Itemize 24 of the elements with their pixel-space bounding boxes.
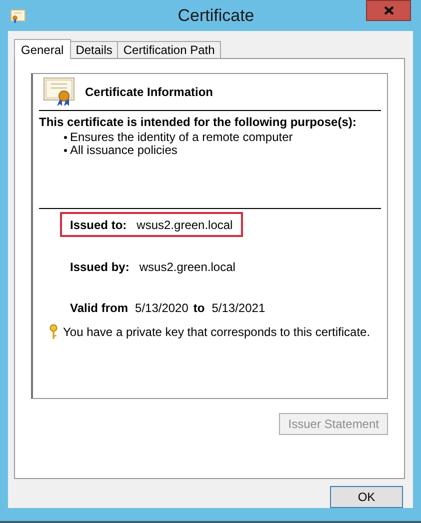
close-button[interactable]: [366, 0, 411, 21]
ok-button[interactable]: OK: [330, 486, 403, 508]
bullet-icon: [64, 149, 67, 152]
private-key-note: You have a private key that corresponds to this certificate.: [63, 325, 370, 339]
purpose-heading: This certificate is intended for the following purpose(s):: [39, 115, 358, 129]
field-label: Valid from: [70, 301, 128, 315]
purpose-item: Ensures the identity of a remote computer: [70, 131, 293, 144]
purpose-item: All issuance policies: [70, 144, 178, 157]
field-value: 5/13/2020: [135, 301, 188, 315]
field-label: Issued to:: [70, 218, 127, 232]
certificate-icon: [10, 8, 26, 22]
tab[interactable]: General: [14, 39, 71, 59]
field-label: Issued by:: [70, 260, 130, 274]
close-icon: [384, 6, 394, 15]
info-heading: Certificate Information: [85, 85, 214, 99]
window-title: Certificate: [176, 6, 256, 26]
field-value: 5/13/2021: [212, 301, 266, 315]
certificate-icon: [43, 77, 75, 107]
field-label: to: [193, 301, 205, 315]
field-value: wsus2.green.local: [139, 260, 236, 274]
tab[interactable]: Certification Path: [117, 41, 221, 58]
field-value: wsus2.green.local: [136, 218, 233, 232]
key-icon: [49, 324, 58, 340]
bullet-icon: [64, 136, 67, 139]
